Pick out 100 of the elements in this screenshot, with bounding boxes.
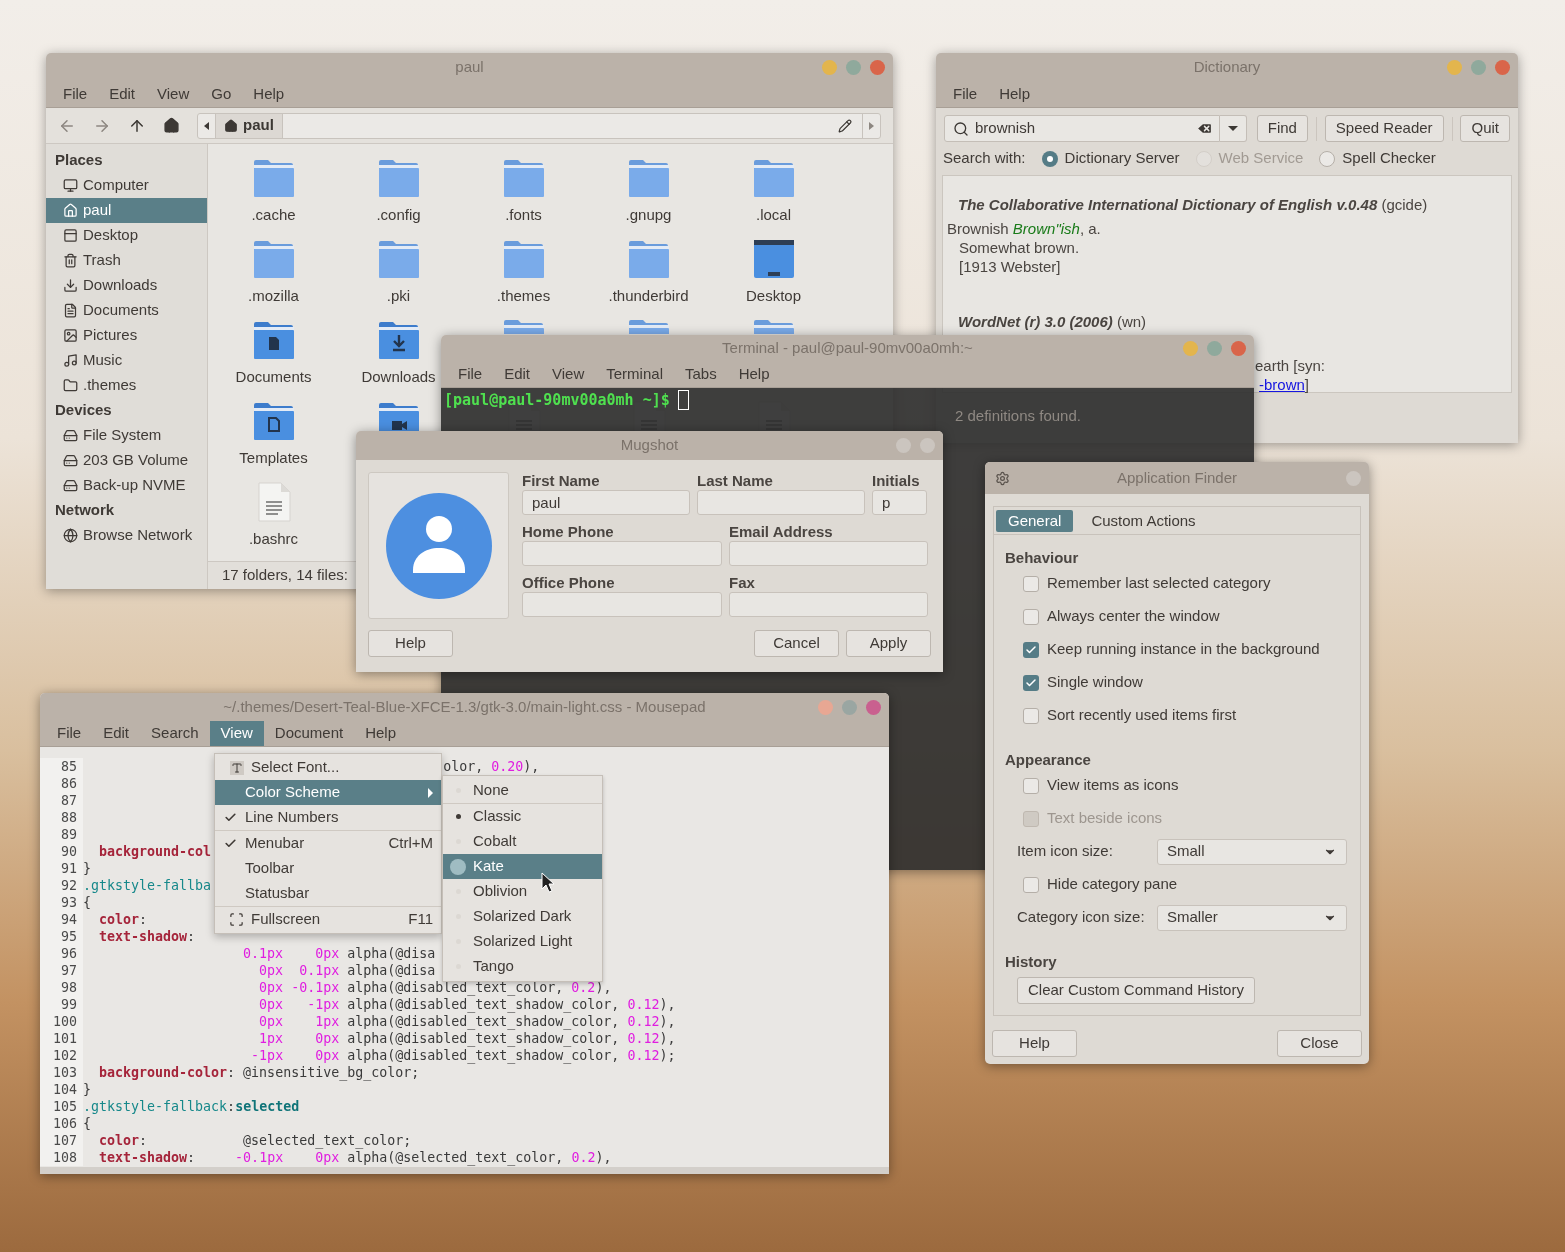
file-name[interactable]: .gnupg xyxy=(625,204,672,227)
menu-entry[interactable]: Statusbar xyxy=(215,881,441,906)
window-control-button[interactable] xyxy=(1495,60,1510,75)
checkbox[interactable] xyxy=(1023,707,1039,724)
window-control-button[interactable] xyxy=(842,699,857,715)
window-control-button[interactable] xyxy=(846,60,861,75)
push-button[interactable]: Speed Reader xyxy=(1324,115,1444,142)
menu-entry[interactable]: Select Font... xyxy=(215,755,441,780)
checkbox[interactable] xyxy=(1023,575,1039,592)
menu-entry[interactable]: Kate xyxy=(443,854,602,879)
sidebar-item[interactable]: Back-up NVME xyxy=(46,473,207,498)
push-button[interactable]: Find xyxy=(1256,115,1308,142)
menu-entry[interactable]: Line Numbers xyxy=(215,805,441,830)
radio-option[interactable]: Spell Checker xyxy=(1319,147,1436,170)
file-name[interactable]: .config xyxy=(376,204,421,227)
tab[interactable]: Custom Actions xyxy=(1079,509,1208,532)
menu-item[interactable]: Help xyxy=(988,82,1042,107)
checkbox-label[interactable]: Always center the window xyxy=(1047,605,1220,628)
menu-entry[interactable]: Tango xyxy=(443,954,602,979)
file-name[interactable]: Desktop xyxy=(746,285,801,308)
sidebar-item[interactable]: paul xyxy=(46,198,207,223)
menu-item[interactable]: View xyxy=(146,82,201,107)
file-name[interactable]: .pki xyxy=(386,285,411,308)
checkbox-label[interactable]: View items as icons xyxy=(1047,774,1179,797)
sidebar-item[interactable]: 203 GB Volume xyxy=(46,448,207,473)
checkbox[interactable] xyxy=(1023,608,1039,625)
push-button[interactable]: Quit xyxy=(1460,115,1510,142)
tab[interactable]: General xyxy=(996,509,1074,532)
menu-entry[interactable]: Fullscreen F11 xyxy=(215,907,441,932)
dropdown[interactable]: Small xyxy=(1157,838,1347,865)
menu-item[interactable]: Help xyxy=(242,82,296,107)
push-button[interactable]: Help xyxy=(368,630,453,657)
file-name[interactable]: .mozilla xyxy=(248,285,299,308)
sidebar-item[interactable]: File System xyxy=(46,423,207,448)
dropdown[interactable]: Smaller xyxy=(1157,904,1347,931)
menu-item[interactable]: View xyxy=(541,362,596,387)
window-control-button[interactable] xyxy=(1231,341,1246,356)
sidebar-item[interactable]: Documents xyxy=(46,298,207,323)
file-name[interactable]: .themes xyxy=(496,285,551,308)
text-field[interactable] xyxy=(522,592,722,617)
menu-item[interactable]: File xyxy=(46,721,93,746)
menu-item[interactable]: Go xyxy=(200,82,243,107)
menu-item[interactable]: File xyxy=(942,82,989,107)
window-control-button[interactable] xyxy=(822,60,837,75)
checkbox-label[interactable]: Hide category pane xyxy=(1047,873,1178,896)
sidebar-item[interactable]: Computer xyxy=(46,173,207,198)
settings-icon[interactable] xyxy=(995,470,1010,486)
menu-item[interactable]: Edit xyxy=(92,721,141,746)
radio-option[interactable]: Dictionary Server xyxy=(1041,147,1180,170)
edit-icon[interactable] xyxy=(838,118,852,133)
file-name[interactable]: .fonts xyxy=(505,204,542,227)
checkbox-label[interactable]: Keep running instance in the background xyxy=(1047,638,1320,661)
home-icon[interactable] xyxy=(163,117,180,134)
menu-entry[interactable]: Classic xyxy=(443,804,602,829)
checkbox[interactable] xyxy=(1023,674,1039,691)
path-button[interactable]: paul xyxy=(216,113,283,138)
file-name[interactable]: .local xyxy=(756,204,791,227)
push-button[interactable]: Apply xyxy=(846,630,931,657)
sidebar-item[interactable]: Desktop xyxy=(46,223,207,248)
menu-entry[interactable]: Oblivion xyxy=(443,879,602,904)
menu-item[interactable]: Tabs xyxy=(673,362,728,387)
menu-entry[interactable]: None xyxy=(443,778,602,803)
checkbox-label[interactable]: Sort recently used items first xyxy=(1047,704,1237,727)
window-control-button[interactable] xyxy=(866,699,881,715)
text-field[interactable] xyxy=(697,490,865,515)
sidebar-item[interactable]: Trash xyxy=(46,248,207,273)
window-control-button[interactable] xyxy=(870,60,885,75)
menu-entry[interactable]: Solarized Dark xyxy=(443,904,602,929)
file-name[interactable]: Documents xyxy=(235,366,312,389)
menu-item[interactable]: Help xyxy=(727,362,781,387)
push-button[interactable]: Help xyxy=(992,1030,1077,1057)
sidebar-item[interactable]: Browse Network xyxy=(46,523,207,548)
search-field[interactable]: brownish xyxy=(944,115,1220,142)
checkbox-label[interactable]: Single window xyxy=(1047,671,1143,694)
window-control-button[interactable] xyxy=(1207,341,1222,356)
checkbox[interactable] xyxy=(1023,876,1039,893)
text-field[interactable]: paul xyxy=(522,490,690,515)
dropdown-button[interactable] xyxy=(1219,115,1247,142)
checkbox-label[interactable]: Remember last selected category xyxy=(1047,572,1271,595)
menu-entry[interactable]: Toolbar xyxy=(215,856,441,881)
text-field[interactable]: p xyxy=(872,490,927,515)
file-name[interactable]: Templates xyxy=(239,447,308,470)
window-control-button[interactable] xyxy=(818,699,833,715)
menu-entry[interactable]: Solarized Light xyxy=(443,929,602,954)
menu-entry[interactable]: Menubar Ctrl+M xyxy=(215,831,441,856)
sidebar-item[interactable]: Downloads xyxy=(46,273,207,298)
sidebar-item[interactable]: .themes xyxy=(46,373,207,398)
menu-entry[interactable]: Color Scheme xyxy=(215,780,441,805)
search-input[interactable]: brownish xyxy=(975,117,1190,140)
sidebar-item[interactable]: Pictures xyxy=(46,323,207,348)
push-button[interactable]: Cancel xyxy=(754,630,839,657)
menu-item[interactable]: Help xyxy=(354,721,408,746)
link[interactable]: -brown xyxy=(1259,374,1305,393)
window-control-button[interactable] xyxy=(1447,60,1462,75)
text-field[interactable] xyxy=(729,592,928,617)
window-control-button[interactable] xyxy=(1183,341,1198,356)
menu-item[interactable]: Edit xyxy=(98,82,147,107)
menu-item[interactable]: Edit xyxy=(493,362,542,387)
file-name[interactable]: .bashrc xyxy=(248,528,299,551)
sidebar-item[interactable]: Music xyxy=(46,348,207,373)
